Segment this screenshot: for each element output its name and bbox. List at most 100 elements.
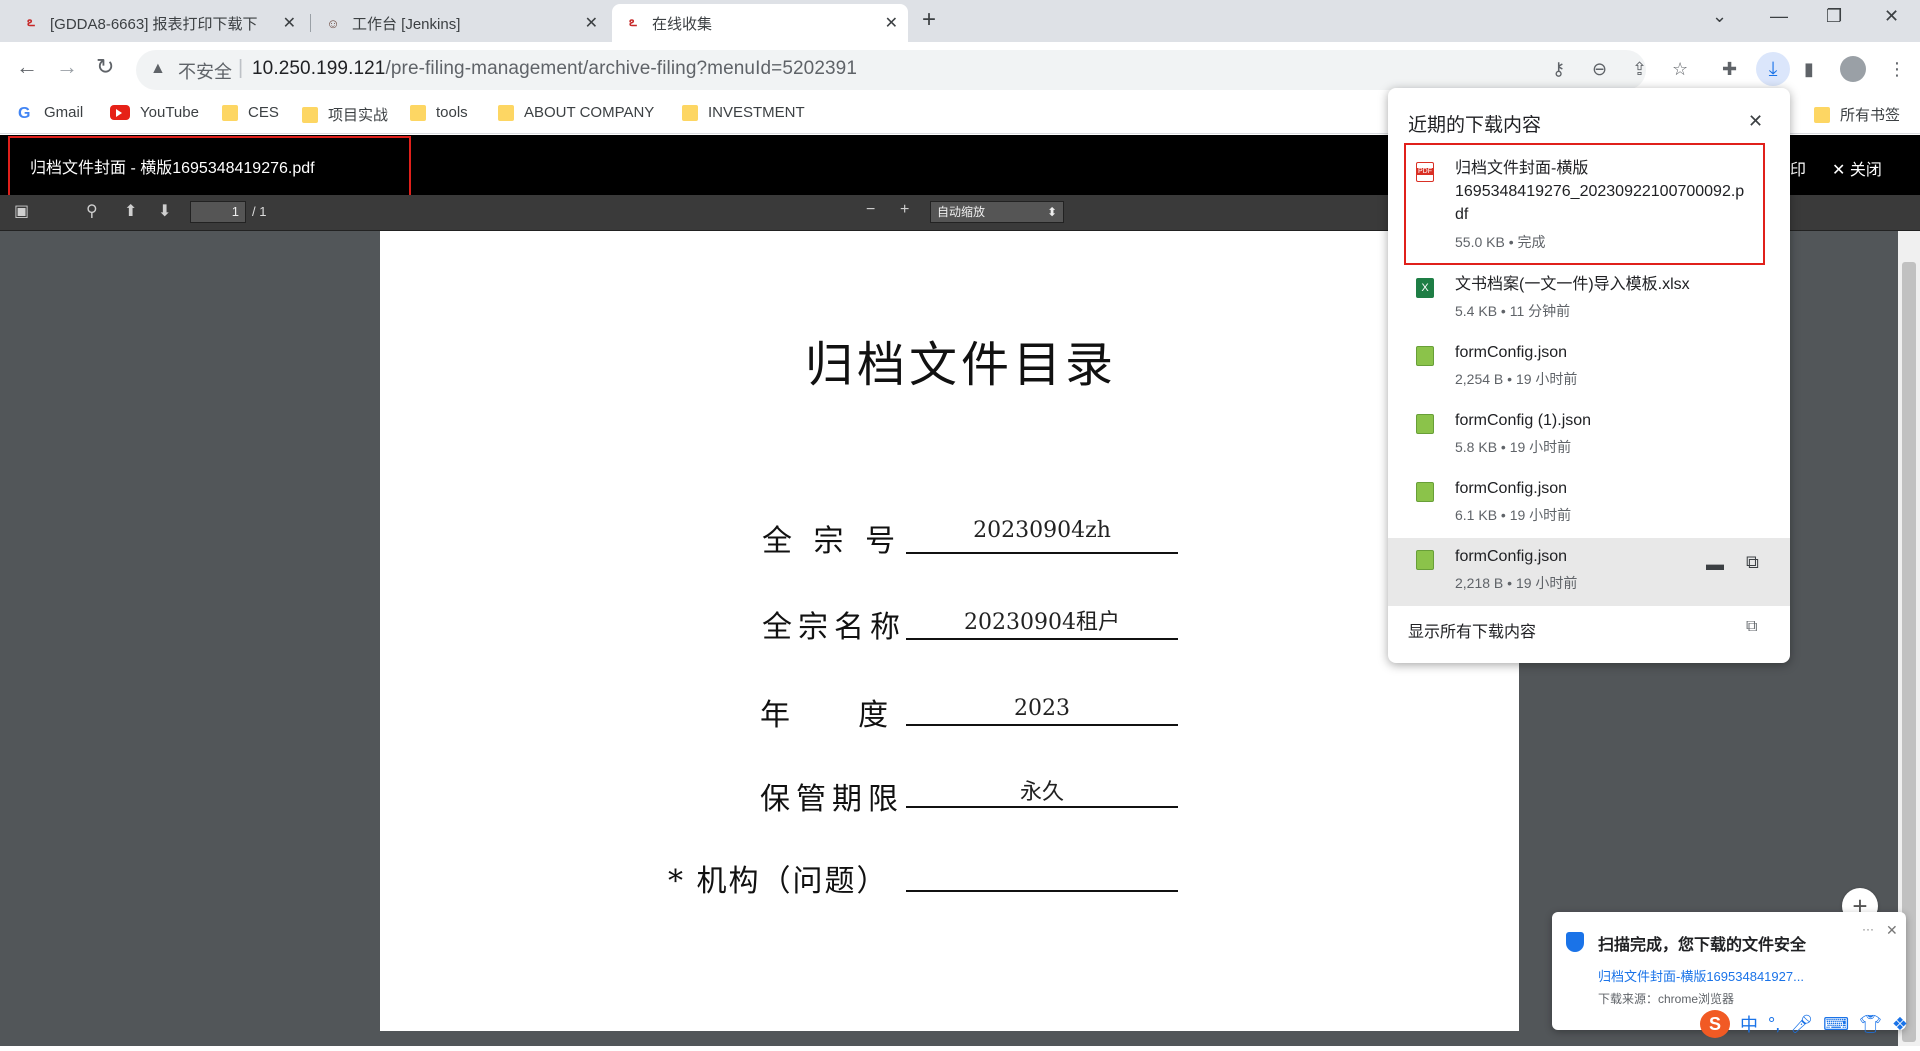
share-icon[interactable]: ⇪ xyxy=(1632,59,1647,80)
forward-icon[interactable]: → xyxy=(56,54,78,80)
field-label: 年 度 xyxy=(760,698,895,733)
close-icon: ✕ xyxy=(1832,162,1850,179)
bookmark-project[interactable]: 项目实战 xyxy=(302,104,388,125)
punctuation-icon[interactable]: °, xyxy=(1768,1014,1780,1035)
bookmark-ces[interactable]: CES xyxy=(222,104,279,121)
extensions-icon[interactable]: ✚ xyxy=(1722,59,1737,80)
download-item[interactable] xyxy=(1388,474,1790,542)
bookmark-tools[interactable]: tools xyxy=(410,104,468,121)
app-favicon-icon: ఽ xyxy=(27,13,35,29)
folder-open-icon[interactable]: ▬ xyxy=(1706,554,1724,575)
folder-icon xyxy=(222,104,238,121)
keyboard-icon[interactable]: ⌨ xyxy=(1823,1014,1849,1035)
bookmark-all[interactable]: 所有书签 xyxy=(1814,104,1900,125)
sidebar-toggle-icon[interactable]: ▣ xyxy=(14,201,29,221)
zoom-in-button[interactable]: + xyxy=(900,201,909,219)
bookmark-about-company[interactable]: ABOUT COMPANY xyxy=(498,104,654,121)
download-name[interactable]: formConfig.json xyxy=(1455,341,1567,364)
download-name[interactable]: 文书档案(一文一件)导入模板.xlsx xyxy=(1455,273,1690,296)
warning-icon[interactable]: ▲ xyxy=(150,60,166,78)
url-path: /pre-filing-management/archive-filing?me… xyxy=(385,58,857,79)
field-underline xyxy=(906,638,1178,640)
search-icon[interactable]: ⚲ xyxy=(86,201,98,221)
reload-icon[interactable]: ↻ xyxy=(96,54,114,80)
bookmark-investment[interactable]: INVESTMENT xyxy=(682,104,805,121)
json-file-icon xyxy=(1416,482,1434,502)
folder-icon xyxy=(682,104,698,121)
tab-online-collect[interactable]: ఽ 在线收集 ✕ xyxy=(612,4,908,42)
bookmark-label: INVESTMENT xyxy=(708,104,805,121)
tab-jenkins[interactable]: ☺ 工作台 [Jenkins] ✕ xyxy=(312,4,608,42)
key-icon[interactable]: ⚷ xyxy=(1552,59,1565,80)
minimize-icon[interactable]: — xyxy=(1770,6,1788,27)
avatar[interactable] xyxy=(1840,56,1866,82)
close-window-icon[interactable]: ✕ xyxy=(1884,6,1899,27)
url-text[interactable]: 10.250.199.121/pre-filing-management/arc… xyxy=(252,58,857,80)
ime-mode[interactable]: 中 xyxy=(1740,1011,1758,1037)
field-label: 保管期限 xyxy=(760,782,904,817)
menu-icon[interactable]: ⋮ xyxy=(1888,59,1906,80)
bookmark-label: ABOUT COMPANY xyxy=(524,104,655,121)
close-tab-icon[interactable]: ✕ xyxy=(585,13,598,33)
maximize-icon[interactable]: ❐ xyxy=(1826,6,1842,27)
new-tab-icon[interactable]: + xyxy=(922,6,936,34)
zoom-select[interactable]: 自动缩放 ⬍ xyxy=(930,201,1064,223)
bookmark-label: 项目实战 xyxy=(328,107,389,124)
scan-source: 下载来源：chrome浏览器 xyxy=(1598,992,1735,1006)
close-icon[interactable]: ✕ xyxy=(1886,922,1898,939)
close-pdf-button[interactable]: ✕ 关闭 xyxy=(1832,156,1882,180)
skin-icon[interactable]: 👕︎ xyxy=(1859,1014,1882,1035)
zoom-out-icon[interactable]: ⊖ xyxy=(1592,59,1607,80)
prev-page-icon[interactable]: ⬆ xyxy=(124,201,137,221)
field-label: 全 宗 号 xyxy=(762,524,902,559)
download-name[interactable]: formConfig.json xyxy=(1455,477,1567,500)
bookmark-star-icon[interactable]: ☆ xyxy=(1672,59,1688,80)
download-meta: 6.1 KB • 19 小时前 xyxy=(1455,507,1572,523)
close-label: 关闭 xyxy=(1849,162,1882,179)
download-item[interactable] xyxy=(1388,338,1790,406)
field-value: 2023 xyxy=(1014,696,1070,721)
download-name[interactable]: formConfig.json xyxy=(1455,545,1567,568)
back-icon[interactable]: ← xyxy=(16,54,38,80)
ime-toolbar[interactable]: S 中 °, 🎤︎ ⌨ 👕︎ ❖ xyxy=(1700,1010,1908,1038)
show-all-downloads[interactable]: 显示所有下载内容 xyxy=(1408,618,1536,642)
apps-icon[interactable]: ❖ xyxy=(1892,1014,1908,1035)
close-panel-icon[interactable]: ✕ xyxy=(1748,111,1763,132)
more-icon[interactable]: ··· xyxy=(1862,922,1874,936)
page-total: / 1 xyxy=(252,204,267,219)
scan-file-link[interactable]: 归档文件封面-横版169534841927... xyxy=(1598,966,1804,985)
next-page-icon[interactable]: ⬇ xyxy=(158,201,171,221)
page-number-input[interactable]: 1 xyxy=(190,201,246,223)
bookmark-youtube[interactable]: YouTube xyxy=(110,104,199,121)
field-underline xyxy=(906,552,1178,554)
download-meta: 5.4 KB • 11 分钟前 xyxy=(1455,303,1571,319)
jenkins-icon: ☺ xyxy=(326,15,340,31)
field-value: 20230904租户 xyxy=(964,610,1120,635)
security-label[interactable]: 不安全 xyxy=(178,58,232,84)
microphone-icon[interactable]: 🎤︎ xyxy=(1790,1014,1813,1035)
json-file-icon xyxy=(1416,550,1434,570)
field-value: 20230904zh xyxy=(973,518,1111,543)
tab-gdda[interactable]: ఽ [GDDA8-6663] 报表打印下载下 ✕ xyxy=(10,4,306,42)
tab-title: 工作台 [Jenkins] xyxy=(352,15,461,33)
excel-file-icon: X xyxy=(1416,278,1434,298)
downloads-heading: 近期的下载内容 xyxy=(1408,115,1542,136)
app-favicon-icon: ఽ xyxy=(629,13,637,29)
download-item[interactable] xyxy=(1388,538,1790,606)
print-button[interactable]: 印 xyxy=(1790,156,1806,180)
open-external-icon[interactable]: ⧉ xyxy=(1746,618,1757,636)
youtube-icon xyxy=(110,105,130,120)
close-tab-icon[interactable]: ✕ xyxy=(885,13,898,33)
download-meta: 2,218 B • 19 小时前 xyxy=(1455,575,1578,591)
side-panel-icon[interactable]: ▮ xyxy=(1804,59,1814,80)
close-tab-icon[interactable]: ✕ xyxy=(283,13,296,33)
downloads-icon[interactable]: ⤓ xyxy=(1756,52,1790,86)
tab-search-icon[interactable]: ⌄ xyxy=(1712,6,1727,27)
open-external-icon[interactable]: ⧉ xyxy=(1746,552,1759,573)
download-name[interactable]: formConfig (1).json xyxy=(1455,409,1591,432)
sogou-icon[interactable]: S xyxy=(1700,1010,1730,1038)
folder-icon xyxy=(410,104,426,121)
zoom-out-button[interactable]: − xyxy=(866,201,875,219)
bookmark-gmail[interactable]: G Gmail xyxy=(18,104,83,122)
shield-icon xyxy=(1566,932,1584,952)
